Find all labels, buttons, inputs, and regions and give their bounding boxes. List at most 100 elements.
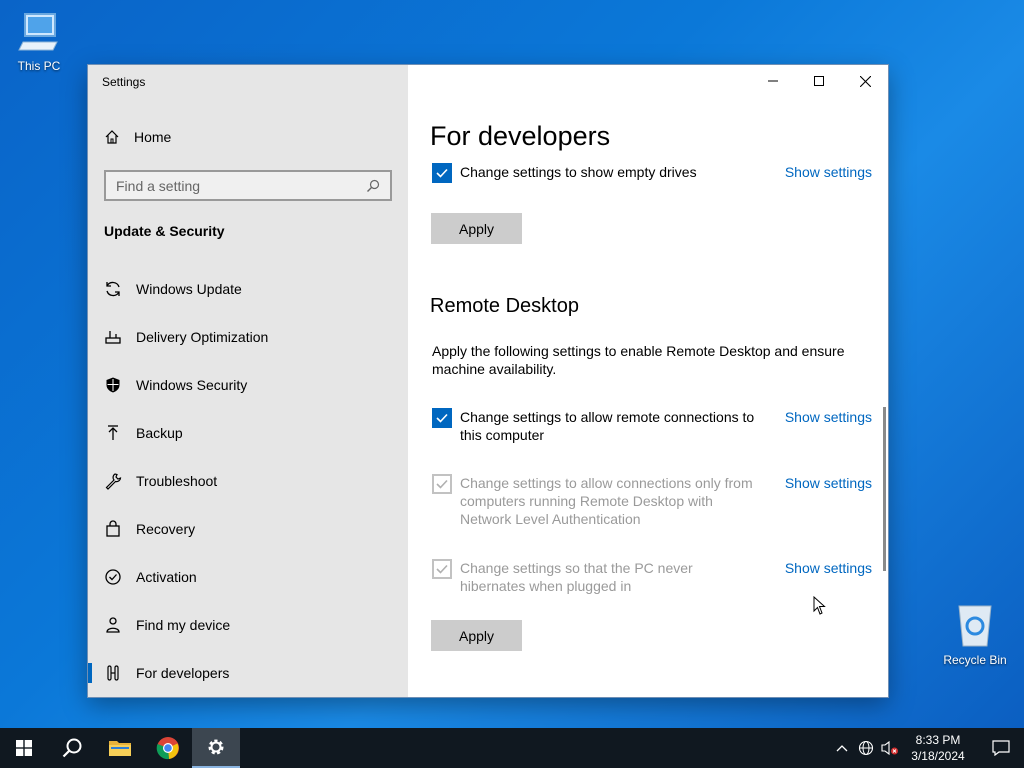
checkbox[interactable] bbox=[432, 408, 452, 428]
setting-label: Change settings to show empty drives bbox=[460, 164, 697, 180]
sidebar-item-find-my-device[interactable]: Find my device bbox=[88, 601, 408, 649]
sidebar-item-label: Windows Update bbox=[136, 281, 242, 297]
recovery-icon bbox=[104, 520, 122, 538]
setting-show-empty-drives: Change settings to show empty drives Sho… bbox=[432, 163, 872, 183]
check-circle-icon bbox=[104, 568, 122, 586]
search-icon bbox=[367, 179, 380, 192]
desktop-icon-this-pc[interactable]: This PC bbox=[4, 10, 74, 73]
setting-label: Change settings to allow connections onl… bbox=[460, 475, 753, 527]
page-title: For developers bbox=[430, 121, 611, 151]
setting-never-hibernate: Change settings so that the PC never hib… bbox=[432, 559, 872, 595]
computer-icon bbox=[4, 10, 74, 57]
settings-icon bbox=[208, 739, 224, 755]
home-nav-item[interactable]: Home bbox=[104, 129, 171, 145]
setting-allow-remote-connections: Change settings to allow remote connecti… bbox=[432, 408, 872, 444]
nav-list: Windows Update Delivery Optimization Win… bbox=[88, 265, 408, 697]
sidebar-item-troubleshoot[interactable]: Troubleshoot bbox=[88, 457, 408, 505]
minimize-button[interactable] bbox=[750, 65, 796, 97]
delivery-icon bbox=[104, 328, 122, 346]
taskbar: 8:33 PM 3/18/2024 bbox=[0, 728, 1024, 768]
app-title: Settings bbox=[102, 75, 146, 89]
refresh-icon bbox=[104, 280, 122, 298]
sidebar-item-label: Activation bbox=[136, 569, 197, 585]
chrome-icon bbox=[156, 737, 179, 760]
checkmark-icon bbox=[436, 413, 448, 423]
sidebar-item-recovery[interactable]: Recovery bbox=[88, 505, 408, 553]
sidebar-item-label: Windows Security bbox=[136, 377, 248, 393]
apply-button[interactable]: Apply bbox=[431, 620, 522, 651]
sidebar-item-windows-update[interactable]: Windows Update bbox=[88, 265, 408, 313]
checkbox[interactable] bbox=[432, 559, 452, 579]
file-explorer-icon bbox=[109, 741, 131, 756]
maximize-icon bbox=[814, 76, 824, 86]
sidebar-item-for-developers[interactable]: For developers bbox=[88, 649, 408, 697]
desktop-icon-recycle-bin[interactable]: Recycle Bin bbox=[940, 602, 1010, 667]
sidebar-item-label: Backup bbox=[136, 425, 183, 441]
sidebar-item-windows-security[interactable]: Windows Security bbox=[88, 361, 408, 409]
settings-window: Settings Home Find a setting Update & Se… bbox=[88, 65, 888, 697]
sidebar-item-activation[interactable]: Activation bbox=[88, 553, 408, 601]
wrench-icon bbox=[104, 472, 122, 490]
desktop-icon-label: Recycle Bin bbox=[943, 653, 1007, 667]
show-settings-link[interactable]: Show settings bbox=[785, 163, 872, 183]
close-icon bbox=[859, 75, 871, 87]
sidebar-item-label: Recovery bbox=[136, 521, 196, 537]
sidebar-item-label: Find my device bbox=[136, 617, 231, 633]
minimize-icon bbox=[768, 80, 778, 82]
network-button[interactable] bbox=[854, 728, 878, 768]
sidebar: Settings Home Find a setting Update & Se… bbox=[88, 65, 408, 697]
apply-button[interactable]: Apply bbox=[431, 213, 522, 244]
section-heading: Remote Desktop bbox=[430, 295, 579, 317]
backup-arrow-icon bbox=[104, 424, 122, 442]
setting-label: Change settings to allow remote connecti… bbox=[460, 409, 755, 443]
sidebar-item-label: For developers bbox=[136, 665, 230, 681]
person-icon bbox=[104, 616, 122, 634]
desktop-icon-label: This PC bbox=[17, 59, 61, 73]
show-settings-link[interactable]: Show settings bbox=[785, 408, 872, 444]
sidebar-item-backup[interactable]: Backup bbox=[88, 409, 408, 457]
clock-time: 8:33 PM bbox=[915, 733, 961, 747]
shield-icon bbox=[104, 376, 122, 394]
chevron-up-icon bbox=[836, 745, 848, 752]
close-button[interactable] bbox=[842, 65, 888, 97]
setting-network-level-authentication: Change settings to allow connections onl… bbox=[432, 474, 872, 528]
mouse-cursor-icon bbox=[813, 596, 826, 615]
volume-muted-icon bbox=[881, 740, 898, 756]
start-button[interactable] bbox=[0, 728, 48, 768]
setting-label: Change settings so that the PC never hib… bbox=[460, 560, 693, 594]
search-input[interactable]: Find a setting bbox=[104, 170, 392, 201]
taskbar-search-button[interactable] bbox=[48, 728, 96, 768]
show-settings-link[interactable]: Show settings bbox=[785, 474, 872, 528]
section-description: Apply the following settings to enable R… bbox=[432, 343, 845, 377]
file-explorer-button[interactable] bbox=[96, 728, 144, 768]
sidebar-item-delivery-optimization[interactable]: Delivery Optimization bbox=[88, 313, 408, 361]
scrollbar[interactable] bbox=[883, 407, 886, 571]
action-center-button[interactable] bbox=[978, 728, 1024, 768]
home-icon bbox=[105, 130, 119, 144]
checkbox[interactable] bbox=[432, 163, 452, 183]
volume-button[interactable] bbox=[878, 728, 902, 768]
settings-taskbar-button[interactable] bbox=[192, 728, 240, 768]
sidebar-item-label: Delivery Optimization bbox=[136, 329, 269, 345]
show-hidden-icons-button[interactable] bbox=[830, 728, 854, 768]
start-icon bbox=[16, 740, 32, 756]
chrome-button[interactable] bbox=[144, 728, 192, 768]
window-controls bbox=[750, 65, 888, 97]
network-globe-icon bbox=[858, 740, 874, 756]
search-placeholder: Find a setting bbox=[116, 177, 201, 194]
search-icon bbox=[62, 738, 82, 758]
section-title: Update & Security bbox=[104, 223, 225, 239]
checkmark-icon bbox=[436, 168, 448, 178]
checkbox[interactable] bbox=[432, 474, 452, 494]
developer-tools-icon bbox=[104, 664, 122, 682]
recycle-bin-icon bbox=[940, 602, 1010, 651]
show-settings-link[interactable]: Show settings bbox=[785, 559, 872, 595]
home-label: Home bbox=[134, 129, 172, 145]
notification-icon bbox=[992, 740, 1010, 756]
maximize-button[interactable] bbox=[796, 65, 842, 97]
checkmark-icon bbox=[436, 479, 448, 489]
checkmark-icon bbox=[436, 564, 448, 574]
clock-date: 3/18/2024 bbox=[911, 749, 965, 763]
clock[interactable]: 8:33 PM 3/18/2024 bbox=[908, 732, 968, 764]
sidebar-item-label: Troubleshoot bbox=[136, 473, 218, 489]
